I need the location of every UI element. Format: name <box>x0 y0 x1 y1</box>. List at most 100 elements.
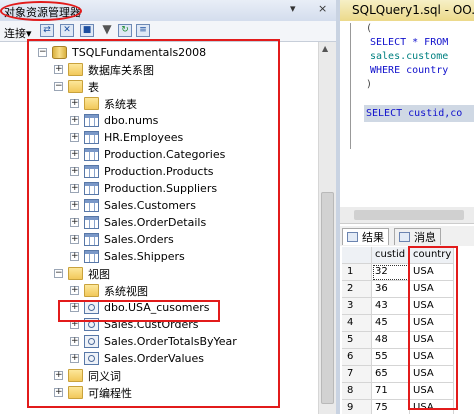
expand-icon[interactable]: + <box>54 65 63 74</box>
tree-node-table[interactable]: + Sales.Orders <box>70 231 174 248</box>
expand-icon[interactable]: + <box>70 167 79 176</box>
disconnect-icon[interactable]: ✕ <box>60 24 74 37</box>
tree-node-label: Production.Suppliers <box>104 182 218 195</box>
summary-icon[interactable]: ≡ <box>136 24 150 37</box>
cell-custid[interactable]: 43 <box>372 298 410 315</box>
row-number: 5 <box>342 332 372 349</box>
table-icon <box>84 131 99 144</box>
scrollbar-thumb[interactable] <box>321 192 334 404</box>
expand-icon[interactable]: + <box>70 337 79 346</box>
expand-icon[interactable]: + <box>70 286 79 295</box>
expand-icon[interactable]: + <box>70 116 79 125</box>
expand-icon[interactable]: + <box>70 133 79 142</box>
cell-country[interactable]: USA <box>410 315 454 332</box>
table-row[interactable]: 2 36 USA <box>342 281 474 298</box>
query-tab[interactable]: SQLQuery1.sql - OO... <box>340 0 474 22</box>
expand-icon[interactable]: + <box>70 184 79 193</box>
cell-country[interactable]: USA <box>410 383 454 400</box>
tree-node-table[interactable]: + dbo.nums <box>70 112 158 129</box>
cell-custid[interactable]: 75 <box>372 400 410 414</box>
expand-icon[interactable]: + <box>54 388 63 397</box>
cell-custid[interactable]: 32 <box>372 264 410 281</box>
tree-node-label: Sales.OrderTotalsByYear <box>104 335 237 348</box>
expand-icon[interactable]: + <box>70 252 79 261</box>
row-number: 3 <box>342 298 372 315</box>
tree-node-view[interactable]: + Sales.OrderTotalsByYear <box>70 333 237 350</box>
tree-node-table[interactable]: + Sales.OrderDetails <box>70 214 206 231</box>
cell-country[interactable]: USA <box>410 400 454 414</box>
filter-icon[interactable]: ▼ <box>100 23 114 37</box>
table-row[interactable]: 8 71 USA <box>342 383 474 400</box>
table-icon <box>84 114 99 127</box>
expand-icon[interactable]: + <box>70 320 79 329</box>
tree-node-label: 系统视图 <box>104 284 148 298</box>
tree-vertical-scrollbar[interactable]: ▲ <box>318 42 336 414</box>
cell-custid[interactable]: 71 <box>372 383 410 400</box>
tree-node-table[interactable]: + Production.Suppliers <box>70 180 217 197</box>
query-editor[interactable]: ( SELECT * FROM sales.custome WHERE coun… <box>340 21 474 208</box>
collapse-icon[interactable]: − <box>54 269 63 278</box>
tree-node-view[interactable]: + Sales.OrderValues <box>70 350 204 367</box>
tree-node-views[interactable]: − 视图 <box>54 265 110 282</box>
cell-country[interactable]: USA <box>410 281 454 298</box>
tree-node-system-tables[interactable]: + 系统表 <box>70 95 137 112</box>
tree-node-programmability[interactable]: + 可编程性 <box>54 384 132 401</box>
table-row[interactable]: 7 65 USA <box>342 366 474 383</box>
tab-results[interactable]: 结果 <box>342 228 389 245</box>
expand-icon[interactable]: + <box>70 354 79 363</box>
view-icon <box>84 318 99 331</box>
refresh-icon[interactable]: ↻ <box>118 24 132 37</box>
cell-custid[interactable]: 45 <box>372 315 410 332</box>
table-icon <box>84 199 99 212</box>
expand-icon[interactable]: + <box>70 218 79 227</box>
tree-node-table[interactable]: + Sales.Customers <box>70 197 196 214</box>
cell-country[interactable]: USA <box>410 349 454 366</box>
table-row[interactable]: 3 43 USA <box>342 298 474 315</box>
tree-node-table[interactable]: + Production.Products <box>70 163 214 180</box>
connect-explorer-icon[interactable]: ⇄ <box>40 24 54 37</box>
cell-country[interactable]: USA <box>410 366 454 383</box>
expand-icon[interactable]: + <box>54 371 63 380</box>
tree-node-view-usa-cusomers[interactable]: + dbo.USA_cusomers <box>70 299 209 316</box>
editor-horizontal-scrollbar[interactable] <box>340 207 474 224</box>
cell-country[interactable]: USA <box>410 332 454 349</box>
collapse-icon[interactable]: − <box>38 48 47 57</box>
expand-icon[interactable]: + <box>70 201 79 210</box>
tree-node-system-views[interactable]: + 系统视图 <box>70 282 148 299</box>
table-row[interactable]: 6 55 USA <box>342 349 474 366</box>
tree-node-diagrams[interactable]: + 数据库关系图 <box>54 61 154 78</box>
expand-icon[interactable]: + <box>70 150 79 159</box>
cell-custid[interactable]: 48 <box>372 332 410 349</box>
tree-node-table[interactable]: + Production.Categories <box>70 146 225 163</box>
tree-node-synonyms[interactable]: + 同义词 <box>54 367 121 384</box>
close-icon[interactable]: × <box>318 2 327 15</box>
cell-country[interactable]: USA <box>410 298 454 315</box>
pin-dropdown-icon[interactable]: ▾ <box>290 2 296 15</box>
collapse-icon[interactable]: − <box>54 82 63 91</box>
cell-custid[interactable]: 65 <box>372 366 410 383</box>
expand-icon[interactable]: + <box>70 303 79 312</box>
expand-icon[interactable]: + <box>70 99 79 108</box>
scroll-up-icon[interactable]: ▲ <box>322 44 328 53</box>
table-row[interactable]: 4 45 USA <box>342 315 474 332</box>
tree-node-label: HR.Employees <box>104 131 184 144</box>
table-row[interactable]: 9 75 USA <box>342 400 474 414</box>
column-header-custid[interactable]: custid <box>372 247 410 264</box>
tree-node-view[interactable]: + Sales.CustOrders <box>70 316 198 333</box>
cell-country[interactable]: USA <box>410 264 454 281</box>
cell-custid[interactable]: 36 <box>372 281 410 298</box>
connect-button[interactable]: 连接▾ <box>4 25 32 41</box>
tree-node-table[interactable]: + HR.Employees <box>70 129 183 146</box>
table-row[interactable]: 5 48 USA <box>342 332 474 349</box>
cell-custid[interactable]: 55 <box>372 349 410 366</box>
row-number: 1 <box>342 264 372 281</box>
tree-node-database[interactable]: − TSQLFundamentals2008 <box>38 44 206 61</box>
table-row[interactable]: 1 32 USA <box>342 264 474 281</box>
expand-icon[interactable]: + <box>70 235 79 244</box>
tab-messages[interactable]: 消息 <box>394 228 441 245</box>
tree-node-tables[interactable]: − 表 <box>54 78 99 95</box>
scrollbar-thumb[interactable] <box>354 210 464 220</box>
column-header-country[interactable]: country <box>410 247 454 264</box>
tree-node-table[interactable]: + Sales.Shippers <box>70 248 185 265</box>
stop-icon[interactable]: ■ <box>80 24 94 37</box>
